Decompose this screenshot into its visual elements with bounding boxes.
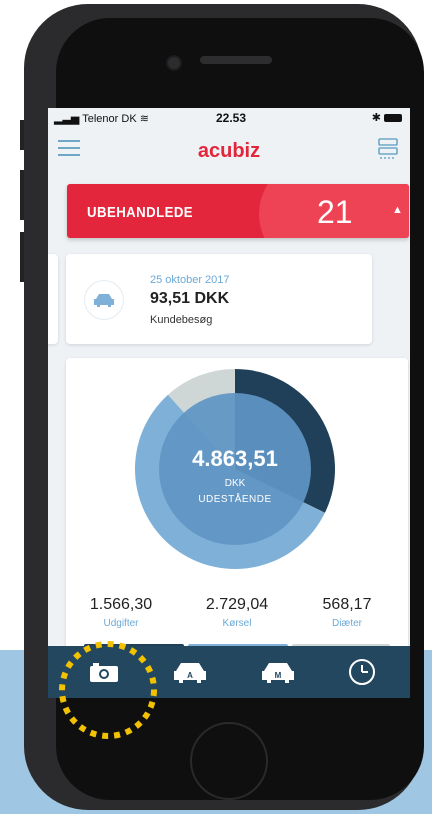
chevron-up-icon[interactable]: ▲ bbox=[392, 204, 403, 216]
expense-description: Kundebesøg bbox=[150, 314, 213, 326]
app-header: acubiz bbox=[48, 130, 410, 170]
unprocessed-banner[interactable]: UBEHANDLEDE 21 ▲ bbox=[67, 184, 409, 238]
outstanding-currency: DKK bbox=[224, 478, 246, 489]
outstanding-total: 4.863,51 bbox=[192, 446, 278, 471]
status-bar: ▂▃▅ Telenor DK ≋ 22.53 ✱ bbox=[48, 108, 410, 130]
stat-allowance[interactable]: 568,17 Diæter bbox=[292, 596, 402, 629]
front-camera bbox=[166, 55, 182, 71]
outstanding-label: UDESTÅENDE bbox=[198, 494, 272, 505]
car-m-icon[interactable]: M bbox=[260, 654, 296, 690]
battery-icon bbox=[384, 114, 402, 123]
app-logo: acubiz bbox=[197, 140, 261, 162]
stat-expenses-label: Udgifter bbox=[103, 618, 139, 629]
donut-center: 4.863,51 DKK UDESTÅENDE bbox=[134, 368, 336, 570]
stat-mileage[interactable]: 2.729,04 Kørsel bbox=[182, 596, 292, 629]
car-m-badge: M bbox=[275, 671, 282, 680]
home-button[interactable] bbox=[190, 722, 268, 800]
list-view-icon[interactable] bbox=[378, 138, 398, 160]
bluetooth-icon: ✱ bbox=[371, 112, 381, 124]
clock-icon[interactable] bbox=[344, 654, 380, 690]
volume-up-button bbox=[20, 170, 24, 220]
earpiece-speaker bbox=[200, 56, 272, 64]
expense-card[interactable]: 25 oktober 2017 93,51 DKK Kundebesøg bbox=[66, 254, 372, 344]
banner-label: UBEHANDLEDE bbox=[87, 204, 194, 221]
carrier-indicator: ▂▃▅ Telenor DK ≋ bbox=[54, 112, 149, 125]
app-screen: ▂▃▅ Telenor DK ≋ 22.53 ✱ acubiz UBEHANDL… bbox=[48, 108, 410, 698]
expense-date: 25 oktober 2017 bbox=[150, 274, 230, 286]
car-a-badge: A bbox=[187, 671, 193, 680]
expense-amount: 93,51 DKK bbox=[150, 290, 230, 307]
status-right: ✱ bbox=[372, 111, 402, 124]
carrier-name: Telenor DK bbox=[82, 113, 137, 125]
volume-down-button bbox=[20, 232, 24, 282]
banner-count: 21 bbox=[317, 194, 353, 230]
mute-switch bbox=[20, 120, 24, 150]
previous-expense-card[interactable] bbox=[48, 254, 58, 344]
stat-allowance-value: 568,17 bbox=[322, 596, 372, 613]
car-a-icon[interactable]: A bbox=[172, 654, 208, 690]
stat-allowance-label: Diæter bbox=[331, 618, 362, 629]
signal-icon: ▂▃▅ bbox=[54, 113, 80, 125]
wifi-icon: ≋ bbox=[139, 113, 149, 125]
stat-mileage-value: 2.729,04 bbox=[205, 596, 269, 613]
stat-mileage-label: Kørsel bbox=[222, 618, 252, 629]
camera-highlight-ring bbox=[59, 641, 157, 739]
stat-expenses-value: 1.566,30 bbox=[89, 596, 153, 613]
status-time: 22.53 bbox=[216, 111, 247, 125]
stat-expenses[interactable]: 1.566,30 Udgifter bbox=[66, 596, 176, 629]
car-icon bbox=[84, 280, 124, 320]
